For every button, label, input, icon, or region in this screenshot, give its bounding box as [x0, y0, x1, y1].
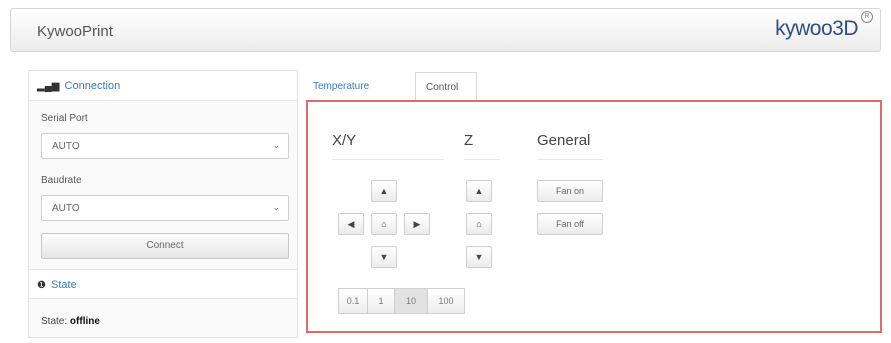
step-size-button[interactable]: 1 [367, 288, 395, 314]
tab-control[interactable]: Control [415, 72, 477, 101]
state-label: State: [41, 316, 68, 327]
fan-on-button[interactable]: Fan on [537, 180, 603, 202]
info-circle-icon: ❶ [37, 280, 46, 291]
tab-temperature[interactable]: Temperature [303, 72, 409, 101]
registered-mark: R [861, 11, 873, 23]
jog-z-minus-button[interactable]: ▼ [466, 246, 492, 268]
control-panel: X/Y Z General ▲ ◀ ⌂ ▶ ▼ ▲ ⌂ ▼ Fan on Fan… [306, 100, 882, 333]
connect-button[interactable]: Connect [41, 233, 289, 259]
jog-x-plus-button[interactable]: ▶ [404, 213, 430, 235]
baudrate-select[interactable]: AUTO ⌄ [41, 195, 289, 221]
sidebar: ▂▄▆ Connection Serial Port AUTO ⌄ Baudra… [28, 70, 298, 338]
fan-off-button[interactable]: Fan off [537, 213, 603, 235]
jog-x-minus-button[interactable]: ◀ [338, 213, 364, 235]
serial-port-select[interactable]: AUTO ⌄ [41, 133, 289, 159]
serial-port-label: Serial Port [41, 113, 88, 124]
chevron-down-icon: ⌄ [272, 140, 280, 150]
step-size-button[interactable]: 0.1 [338, 288, 368, 314]
app-header: KywooPrint kywoo3D R [10, 8, 881, 52]
z-heading: Z [464, 132, 500, 160]
step-size-button[interactable]: 100 [427, 288, 465, 314]
baudrate-label: Baudrate [41, 175, 82, 186]
state-title[interactable]: State [51, 279, 77, 291]
state-value: offline [69, 316, 100, 327]
step-size-button-active[interactable]: 10 [394, 288, 428, 314]
state-readout: State: offline [41, 316, 100, 327]
baudrate-value: AUTO [52, 203, 80, 214]
general-heading: General [537, 132, 603, 160]
xy-heading: X/Y [332, 132, 444, 160]
serial-port-value: AUTO [52, 141, 80, 152]
step-size-group: 0.1 1 10 100 [338, 288, 488, 314]
signal-icon: ▂▄▆ [37, 81, 60, 92]
chevron-down-icon: ⌄ [272, 202, 280, 212]
brand-logo: kywoo3D [775, 17, 858, 40]
app-title: KywooPrint [37, 23, 113, 40]
home-z-button[interactable]: ⌂ [466, 213, 492, 235]
connection-title[interactable]: Connection [65, 80, 121, 92]
state-section-header[interactable]: ❶ State [29, 269, 297, 299]
jog-y-plus-button[interactable]: ▲ [371, 180, 397, 202]
jog-z-plus-button[interactable]: ▲ [466, 180, 492, 202]
jog-y-minus-button[interactable]: ▼ [371, 246, 397, 268]
connection-section-header[interactable]: ▂▄▆ Connection [29, 71, 297, 101]
home-xy-button[interactable]: ⌂ [371, 213, 397, 235]
